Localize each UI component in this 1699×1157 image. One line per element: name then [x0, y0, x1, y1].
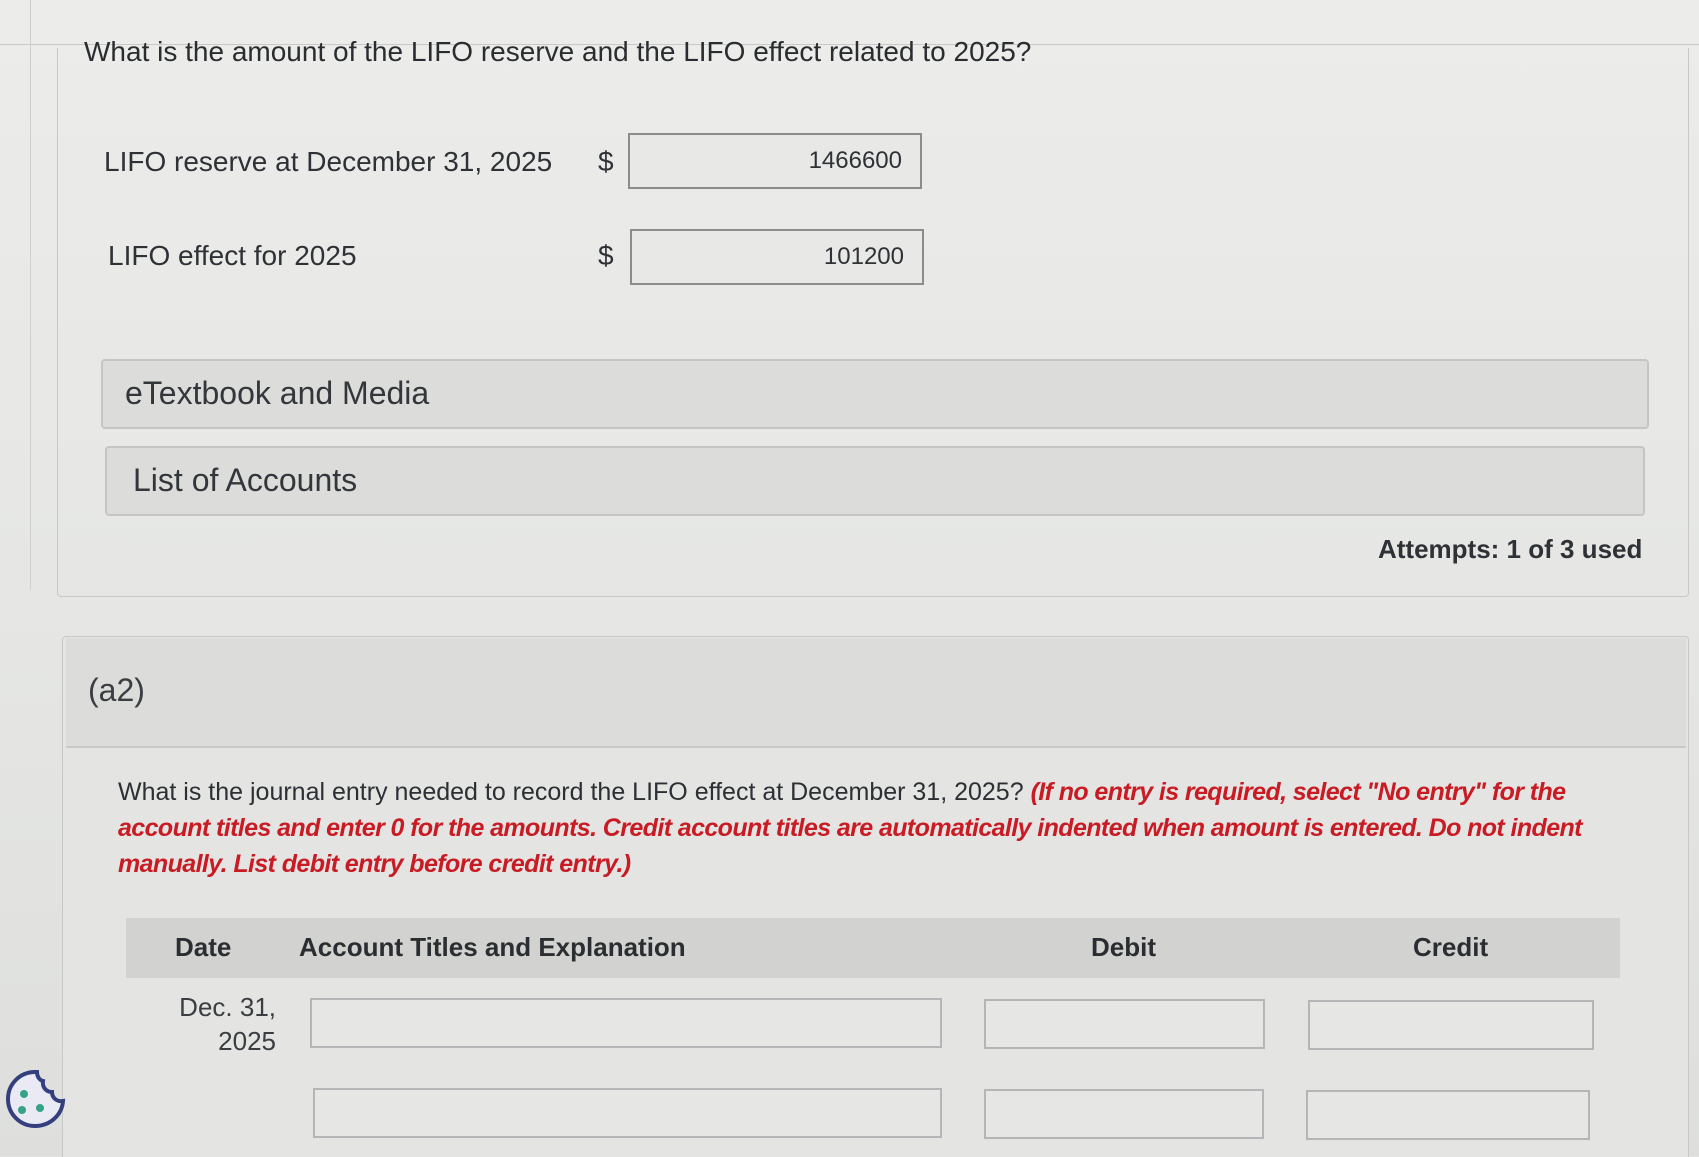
journal-entry-question: What is the journal entry needed to reco… — [118, 774, 1618, 882]
account-column-header: Account Titles and Explanation — [299, 932, 686, 962]
lifo-reserve-label: LIFO reserve at December 31, 2025 — [104, 146, 553, 177]
debit-input[interactable] — [984, 999, 1265, 1049]
currency-symbol: $ — [598, 240, 614, 271]
part-label: (a2) — [88, 672, 145, 708]
date-line: Dec. 31, — [179, 992, 276, 1022]
lifo-reserve-input[interactable]: 1466600 — [628, 133, 922, 189]
question-main-text: What is the journal entry needed to reco… — [118, 778, 1031, 806]
list-of-accounts-button[interactable]: List of Accounts — [105, 446, 1645, 516]
journal-table-header: Date Account Titles and Explanation Debi… — [126, 918, 1620, 978]
lifo-effect-label: LIFO effect for 2025 — [108, 240, 357, 271]
lifo-effect-input[interactable]: 101200 — [630, 229, 924, 285]
divider — [30, 0, 31, 590]
question-text: What is the amount of the LIFO reserve a… — [84, 36, 1032, 67]
part-a2-header — [66, 638, 1686, 748]
attempts-status: Attempts: 1 of 3 used — [1378, 534, 1643, 564]
debit-input[interactable] — [984, 1089, 1264, 1139]
credit-input[interactable] — [1306, 1090, 1590, 1140]
cookie-icon[interactable] — [2, 1068, 68, 1134]
currency-symbol: $ — [598, 146, 614, 177]
account-title-input[interactable] — [310, 998, 942, 1048]
entry-date: Dec. 31, 2025 — [160, 990, 276, 1058]
credit-input[interactable] — [1308, 1000, 1594, 1050]
date-column-header: Date — [175, 932, 232, 962]
account-title-input[interactable] — [313, 1088, 942, 1138]
etextbook-and-media-button[interactable]: eTextbook and Media — [101, 359, 1649, 429]
date-line: 2025 — [218, 1026, 276, 1056]
credit-column-header: Credit — [1413, 932, 1489, 962]
debit-column-header: Debit — [1091, 932, 1156, 962]
